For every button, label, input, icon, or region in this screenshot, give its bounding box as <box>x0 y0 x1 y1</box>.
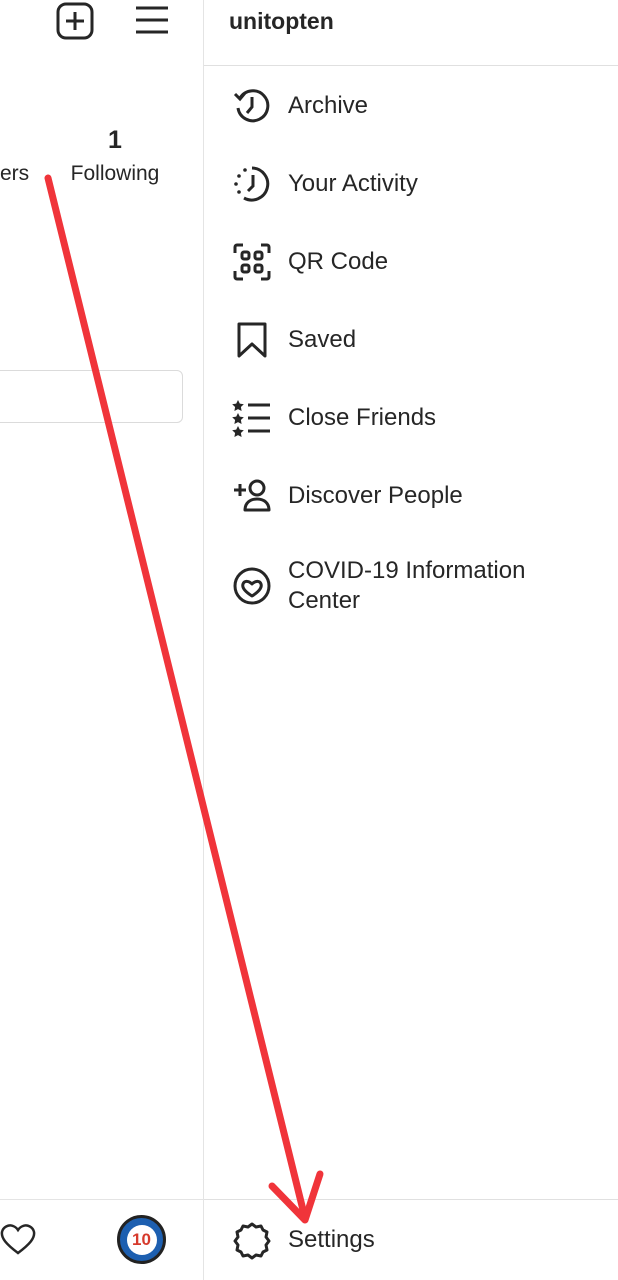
avatar[interactable]: 10 <box>117 1215 166 1264</box>
menu-item-qr-code[interactable]: QR Code <box>204 223 618 301</box>
bookmark-icon <box>232 320 272 360</box>
menu-item-label: QR Code <box>288 248 389 275</box>
menu-item-discover-people[interactable]: Discover People <box>204 457 618 535</box>
settings-button[interactable]: Settings <box>204 1201 618 1279</box>
menu-item-label: Archive <box>288 92 369 119</box>
gear-icon <box>232 1221 272 1261</box>
bottom-nav-divider <box>0 1199 203 1200</box>
menu-item-covid-info[interactable]: COVID-19 Information Center <box>204 548 618 624</box>
settings-label: Settings <box>288 1226 375 1253</box>
archive-icon <box>232 86 272 126</box>
hamburger-menu-icon[interactable] <box>134 5 170 35</box>
menu-item-label: Discover People <box>288 482 463 509</box>
menu-item-label: Your Activity <box>288 170 418 197</box>
following-label[interactable]: Following <box>60 162 170 186</box>
drawer-username: unitopten <box>229 8 334 34</box>
covid-info-icon <box>232 566 272 606</box>
menu-item-label: COVID-19 Information Center <box>288 557 526 614</box>
close-friends-icon <box>232 398 272 438</box>
add-person-icon <box>232 476 272 516</box>
profile-pane: 1 Following ers 10 <box>0 0 203 1280</box>
avatar-text: 10 <box>132 1229 151 1249</box>
settings-divider <box>204 1199 618 1200</box>
menu-item-label: Close Friends <box>288 404 437 431</box>
qr-code-icon <box>232 242 272 282</box>
menu-item-your-activity[interactable]: Your Activity <box>204 145 618 223</box>
new-post-icon[interactable] <box>56 2 94 40</box>
activity-icon <box>232 164 272 204</box>
following-count[interactable]: 1 <box>95 126 135 155</box>
edit-profile-button[interactable] <box>0 370 183 423</box>
menu-item-label: Saved <box>288 326 357 353</box>
menu-item-close-friends[interactable]: Close Friends <box>204 379 618 457</box>
followers-label[interactable]: ers <box>0 162 29 186</box>
heart-icon[interactable] <box>0 1224 36 1256</box>
menu-item-saved[interactable]: Saved <box>204 301 618 379</box>
menu-item-archive[interactable]: Archive <box>204 67 618 145</box>
drawer-header-divider <box>204 65 618 66</box>
